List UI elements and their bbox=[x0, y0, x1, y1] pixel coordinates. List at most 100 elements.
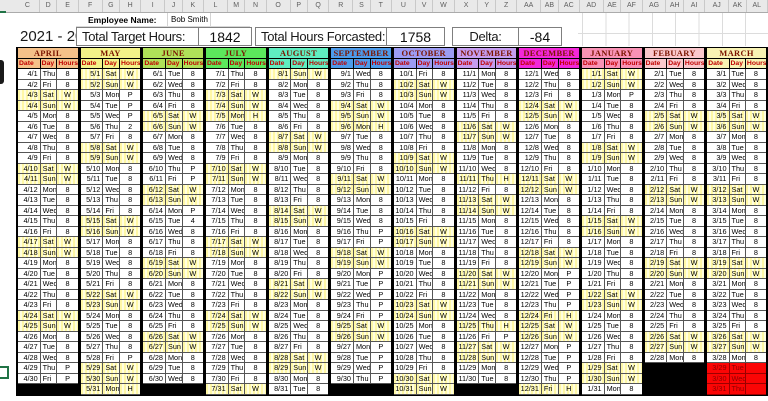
cell-day[interactable]: Tue bbox=[605, 248, 622, 259]
cell-hours[interactable]: 8 bbox=[684, 311, 704, 322]
cell-hours[interactable]: 8 bbox=[308, 185, 328, 196]
cell-hours[interactable]: 8 bbox=[746, 90, 766, 101]
cell-hours[interactable]: P bbox=[120, 101, 140, 112]
cell-day[interactable]: Fri bbox=[730, 101, 746, 112]
cell-date[interactable]: 1/27 bbox=[582, 342, 605, 353]
cell-day[interactable]: Thu bbox=[730, 311, 746, 322]
cell-date[interactable]: 1/1 bbox=[582, 69, 605, 80]
cell-day[interactable]: Mon bbox=[166, 206, 183, 217]
cell-hours[interactable]: 8 bbox=[684, 321, 704, 332]
cell-day[interactable]: Wed bbox=[291, 321, 308, 332]
cell-date[interactable]: 3/30 bbox=[707, 374, 729, 385]
cell-day[interactable]: Fri bbox=[166, 248, 183, 259]
cell-day[interactable]: Tue bbox=[479, 80, 496, 91]
cell-date[interactable]: 7/13 bbox=[206, 195, 229, 206]
cell-date[interactable]: 5/13 bbox=[81, 195, 104, 206]
cell-day[interactable]: Tue bbox=[354, 132, 371, 143]
cell-date[interactable]: 7/5 bbox=[206, 111, 229, 122]
cell-day[interactable]: Fri bbox=[730, 321, 746, 332]
cell-day[interactable]: Sat bbox=[542, 321, 559, 332]
cell-hours[interactable]: W bbox=[621, 227, 641, 238]
cell-date[interactable]: 12/9 bbox=[519, 153, 542, 164]
cell-date[interactable]: 5/14 bbox=[81, 206, 104, 217]
cell-date[interactable]: 3/28 bbox=[707, 353, 729, 364]
cell-date[interactable]: 2/11 bbox=[645, 174, 668, 185]
cell-day[interactable]: Sat bbox=[479, 269, 496, 280]
cell-date[interactable]: 5/17 bbox=[81, 237, 104, 248]
subheader-cell[interactable]: Date bbox=[331, 59, 354, 69]
cell-date[interactable]: 10/1 bbox=[394, 69, 417, 80]
cell-hours[interactable]: P bbox=[183, 174, 203, 185]
cell-date[interactable]: 5/12 bbox=[81, 185, 104, 196]
cell-day[interactable]: Sun bbox=[667, 195, 684, 206]
cell-date[interactable]: 2/8 bbox=[645, 143, 668, 154]
cell-day[interactable]: Thu bbox=[605, 269, 622, 280]
cell-date[interactable]: 12/27 bbox=[519, 342, 542, 353]
month-header-cell[interactable]: FEBUARY bbox=[645, 48, 705, 59]
cell-day[interactable]: Wed bbox=[229, 132, 246, 143]
cell-day[interactable]: Tue bbox=[542, 353, 559, 364]
cell-hours[interactable]: W bbox=[433, 384, 453, 395]
cell-hours[interactable]: W bbox=[559, 248, 579, 259]
cell-date[interactable]: 11/8 bbox=[457, 143, 480, 154]
cell-day[interactable]: Fri bbox=[229, 227, 246, 238]
cell-day[interactable]: Wed bbox=[291, 101, 308, 112]
cell-day[interactable]: Tue bbox=[667, 143, 684, 154]
cell-day[interactable]: Sun bbox=[103, 153, 120, 164]
cell-date[interactable]: 1/17 bbox=[582, 237, 605, 248]
cell-date[interactable]: 7/8 bbox=[206, 143, 229, 154]
cell-hours[interactable]: 8 bbox=[559, 216, 579, 227]
cell-hours[interactable]: 8 bbox=[183, 311, 203, 322]
cell-hours[interactable]: 8 bbox=[245, 332, 265, 343]
cell-day[interactable]: Fri bbox=[417, 216, 434, 227]
cell-hours[interactable]: 8 bbox=[621, 342, 641, 353]
cell-date[interactable]: 10/27 bbox=[394, 342, 417, 353]
cell-day[interactable]: Sat bbox=[479, 122, 496, 133]
cell-hours[interactable]: 8 bbox=[57, 122, 77, 133]
cell-day[interactable]: Thu bbox=[730, 164, 746, 175]
cell-date[interactable]: 11/7 bbox=[457, 132, 480, 143]
cell-day[interactable]: Fri bbox=[479, 111, 496, 122]
cell-date[interactable]: 1/5 bbox=[582, 111, 605, 122]
cell-day[interactable]: Wed bbox=[103, 332, 120, 343]
cell-hours[interactable]: 8 bbox=[57, 279, 77, 290]
cell-day[interactable]: Fri bbox=[605, 132, 622, 143]
subheader-cell[interactable]: Hours bbox=[496, 59, 516, 69]
cell-date[interactable]: 6/5 bbox=[143, 111, 166, 122]
column-header[interactable]: I bbox=[141, 0, 165, 12]
cell-hours[interactable]: 8 bbox=[57, 69, 77, 80]
month-header-cell[interactable]: AUGUST bbox=[269, 48, 329, 59]
cell-day[interactable]: Wed bbox=[354, 143, 371, 154]
cell-day[interactable]: Thu bbox=[229, 143, 246, 154]
cell-hours[interactable]: 8 bbox=[559, 153, 579, 164]
cell-date[interactable]: 8/20 bbox=[269, 269, 292, 280]
cell-hours[interactable]: 8 bbox=[746, 143, 766, 154]
cell-hours[interactable]: 8 bbox=[57, 132, 77, 143]
cell-hours[interactable]: 8 bbox=[57, 300, 77, 311]
cell-day[interactable]: Mon bbox=[354, 195, 371, 206]
cell-hours[interactable]: P bbox=[621, 90, 641, 101]
cell-day[interactable]: Mon bbox=[667, 206, 684, 217]
cell-day[interactable]: Wed bbox=[542, 69, 559, 80]
cell-date[interactable]: 7/19 bbox=[206, 258, 229, 269]
cell-date[interactable]: 6/17 bbox=[143, 237, 166, 248]
cell-day[interactable]: Fri bbox=[41, 153, 58, 164]
cell-day[interactable]: Fri bbox=[354, 237, 371, 248]
cell-day[interactable]: Sun bbox=[229, 101, 246, 112]
cell-day[interactable]: Fri bbox=[667, 174, 684, 185]
cell-date[interactable]: 12/30 bbox=[519, 374, 542, 385]
subheader-cell[interactable]: Hours bbox=[621, 59, 641, 69]
cell-day[interactable]: Sat bbox=[229, 237, 246, 248]
cell-date[interactable]: 12/31 bbox=[519, 384, 542, 395]
cell-day[interactable]: Sat bbox=[291, 206, 308, 217]
cell-day[interactable]: Thu bbox=[354, 153, 371, 164]
cell-day[interactable]: Sat bbox=[229, 311, 246, 322]
cell-date[interactable]: 9/13 bbox=[331, 195, 354, 206]
cell-hours[interactable]: W bbox=[371, 185, 391, 196]
cell-day[interactable]: Tue bbox=[291, 164, 308, 175]
cell-date[interactable]: 10/15 bbox=[394, 216, 417, 227]
cell-day[interactable]: Wed bbox=[667, 300, 684, 311]
cell-date[interactable]: 1/6 bbox=[582, 122, 605, 133]
cell-day[interactable]: Sun bbox=[291, 216, 308, 227]
cell-hours[interactable]: W bbox=[496, 279, 516, 290]
